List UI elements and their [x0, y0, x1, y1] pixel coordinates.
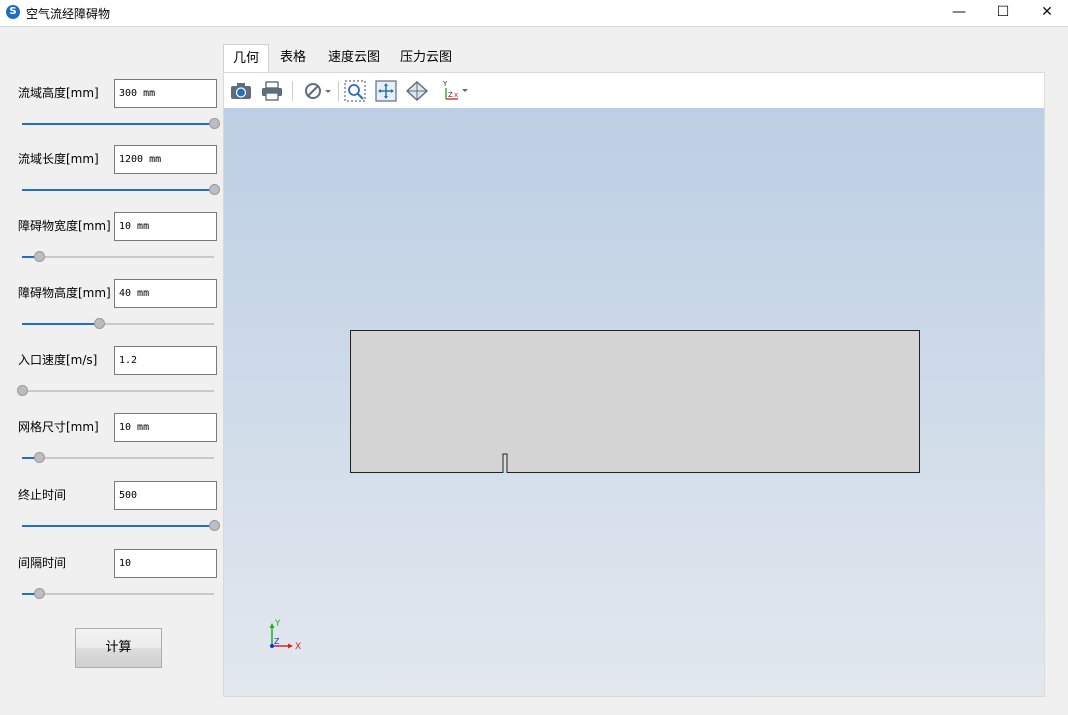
param-domain-length: 流域长度[mm] 1200 mm — [0, 145, 222, 205]
param-label: 网格尺寸[mm] — [18, 420, 99, 434]
domain-height-slider[interactable] — [22, 118, 220, 129]
parameter-panel: 流域高度[mm] 300 mm 流域长度[mm] 1200 mm 障碍物宽度[m… — [0, 27, 222, 715]
domain-length-slider[interactable] — [22, 184, 220, 195]
inlet-velocity-slider[interactable] — [17, 385, 214, 396]
geometry-panel: YZx Y Z X — [223, 72, 1045, 697]
param-obstacle-height: 障碍物高度[mm] 40 mm — [0, 279, 222, 339]
mesh-size-slider[interactable] — [22, 452, 214, 463]
fit-view-icon[interactable] — [374, 79, 398, 103]
domain-height-input[interactable]: 300 mm — [114, 79, 217, 108]
tab-table[interactable]: 表格 — [269, 44, 317, 72]
obstacle-height-input[interactable]: 40 mm — [114, 279, 217, 308]
view-orient-icon[interactable] — [405, 79, 429, 103]
param-label: 障碍物宽度[mm] — [18, 219, 111, 233]
slider-fill — [22, 525, 214, 527]
slider-thumb[interactable] — [34, 452, 45, 463]
maximize-button[interactable]: ☐ — [980, 0, 1026, 26]
end-time-input[interactable]: 500 — [114, 481, 217, 510]
print-icon[interactable] — [260, 79, 284, 103]
axes-triad: Y Z X — [269, 619, 301, 652]
domain-length-input[interactable]: 1200 mm — [114, 145, 217, 174]
zoom-box-icon[interactable] — [343, 79, 367, 103]
viewer-toolbar: YZx — [224, 73, 1044, 108]
calculate-button[interactable]: 计算 — [75, 628, 162, 668]
close-button[interactable]: ✕ — [1024, 0, 1068, 26]
slider-thumb[interactable] — [209, 520, 220, 531]
obstacle-width-input[interactable]: 10 mm — [114, 212, 217, 241]
param-domain-height: 流域高度[mm] 300 mm — [0, 79, 222, 139]
end-time-slider[interactable] — [22, 520, 220, 531]
param-label: 流域高度[mm] — [18, 86, 99, 100]
svg-text:x: x — [454, 91, 458, 99]
window-title: 空气流经障碍物 — [26, 7, 111, 21]
param-label: 入口速度[m/s] — [18, 353, 98, 367]
slider-fill — [22, 323, 99, 325]
obstacle-width-slider[interactable] — [22, 251, 214, 262]
minimize-button[interactable]: — — [936, 0, 982, 26]
toolbar-separator — [292, 81, 293, 101]
param-obstacle-width: 障碍物宽度[mm] 10 mm — [0, 212, 222, 272]
param-label: 流域长度[mm] — [18, 152, 99, 166]
tab-velocity-contour[interactable]: 速度云图 — [323, 44, 385, 72]
axes-triad-icon[interactable]: YZx — [439, 79, 471, 103]
slider-thumb[interactable] — [34, 251, 45, 262]
slider-fill — [22, 189, 214, 191]
axis-x-label: X — [295, 642, 301, 652]
visibility-icon[interactable] — [302, 79, 334, 103]
title-bar: S 空气流经障碍物 — ☐ ✕ — [0, 0, 1068, 27]
param-end-time: 终止时间 500 — [0, 481, 222, 541]
param-label: 障碍物高度[mm] — [18, 286, 111, 300]
svg-text:Y: Y — [442, 80, 448, 88]
geometry-viewport[interactable]: Y Z X — [224, 108, 1044, 696]
mesh-size-input[interactable]: 10 mm — [114, 413, 217, 442]
flow-domain — [350, 330, 920, 473]
param-label: 间隔时间 — [18, 556, 67, 570]
tab-pressure-contour[interactable]: 压力云图 — [395, 44, 457, 72]
slider-thumb[interactable] — [209, 184, 220, 195]
obstacle-height-slider[interactable] — [22, 318, 214, 329]
inlet-velocity-input[interactable]: 1.2 — [114, 346, 217, 375]
param-interval-time: 间隔时间 10 — [0, 549, 222, 609]
svg-text:Z: Z — [448, 91, 453, 99]
param-label: 终止时间 — [18, 488, 67, 502]
slider-thumb[interactable] — [209, 118, 220, 129]
tab-geometry[interactable]: 几何 — [223, 44, 269, 72]
slider-thumb[interactable] — [17, 385, 28, 396]
camera-icon[interactable] — [229, 79, 253, 103]
axis-z-label: Z — [274, 637, 280, 646]
interval-time-slider[interactable] — [22, 588, 214, 599]
param-inlet-velocity: 入口速度[m/s] 1.2 — [0, 346, 222, 406]
slider-thumb[interactable] — [34, 588, 45, 599]
interval-time-input[interactable]: 10 — [114, 549, 217, 578]
axis-y-label: Y — [274, 619, 281, 629]
slider-thumb[interactable] — [94, 318, 105, 329]
param-mesh-size: 网格尺寸[mm] 10 mm — [0, 413, 222, 473]
app-logo-icon: S — [6, 5, 20, 19]
toolbar-separator — [338, 81, 339, 101]
slider-fill — [22, 123, 214, 125]
